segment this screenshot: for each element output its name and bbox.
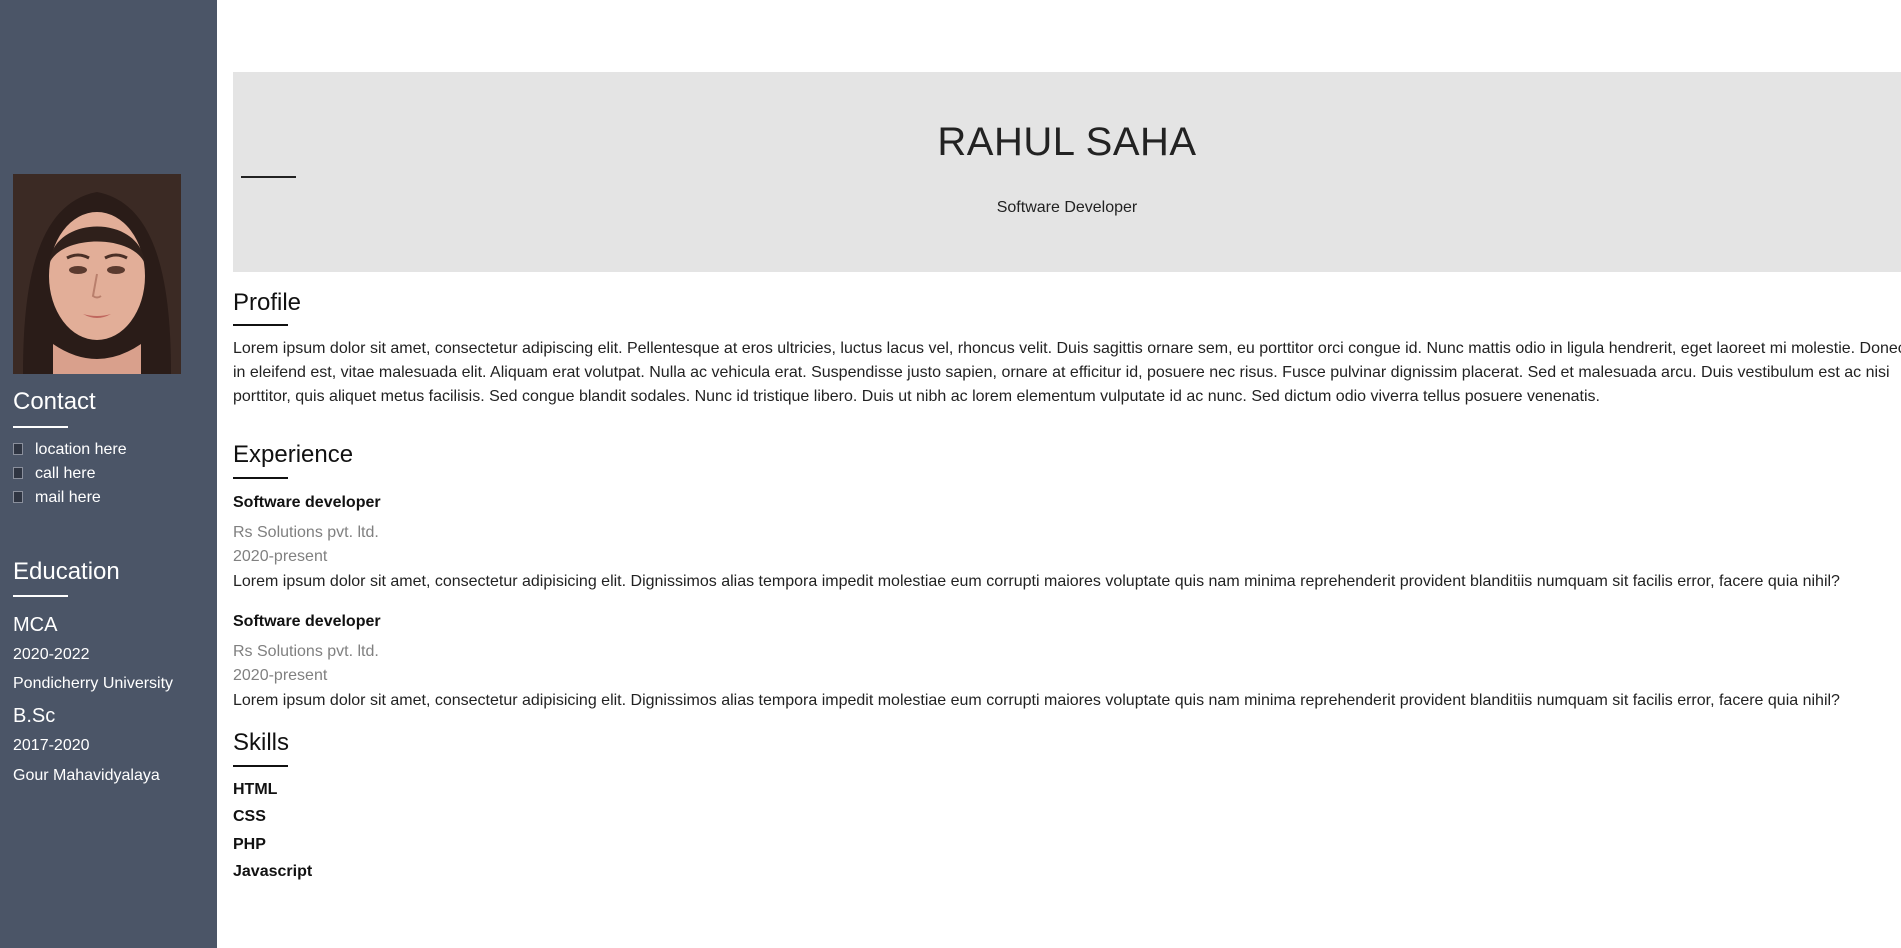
profile-text: Lorem ipsum dolor sit amet, consectetur … [233,337,1901,409]
profile-text-line: porttitor, quis aliquet metus facilisis.… [233,388,1600,405]
contact-heading-underline [13,426,68,428]
education-degree: MCA [13,614,58,636]
skill-item: CSS [233,808,266,825]
experience-heading: Experience [233,441,354,468]
skill-item: HTML [233,781,278,798]
profile-text-line: in eleifend est, vitae malesuada elit. A… [233,364,1890,381]
experience-heading-underline [233,477,288,479]
profile-heading: Profile [233,289,302,316]
avatar [13,174,181,374]
profile-text-line: Lorem ipsum dolor sit amet, consectetur … [233,340,1901,357]
contact-location-label: location here [35,441,127,458]
person-name: RAHUL SAHA [937,120,1197,164]
job-period: 2020-present [233,548,328,565]
contact-heading: Contact [13,388,96,415]
skills-heading: Skills [233,729,290,756]
skills-heading-underline [233,765,288,767]
mail-icon [13,491,23,503]
avatar-portrait-image [13,174,181,374]
job-title: Software developer [233,613,381,630]
location-icon [13,443,23,455]
education-degree: B.Sc [13,705,56,727]
job-description: Lorem ipsum dolor sit amet, consectetur … [233,573,1840,590]
person-role: Software Developer [996,199,1138,216]
job-company: Rs Solutions pvt. ltd. [233,524,379,541]
job-description: Lorem ipsum dolor sit amet, consectetur … [233,692,1840,709]
header-rule [241,176,296,178]
contact-mail: mail here [13,486,101,510]
skill-item: PHP [233,836,266,853]
job-title: Software developer [233,494,381,511]
job-period: 2020-present [233,667,328,684]
contact-mail-label: mail here [35,489,101,506]
skill-item: Javascript [233,863,313,880]
education-heading: Education [13,558,120,585]
education-heading-underline [13,595,68,597]
phone-icon [13,467,23,479]
education-years: 2020-2022 [13,646,90,663]
sidebar: Contact location here call here mail her… [0,0,217,948]
education-institution: Gour Mahavidyalaya [13,767,160,784]
job-company: Rs Solutions pvt. ltd. [233,643,379,660]
contact-phone-label: call here [35,465,96,482]
education-years: 2017-2020 [13,737,90,754]
contact-location: location here [13,438,127,462]
contact-phone: call here [13,462,95,486]
profile-heading-underline [233,324,288,326]
education-institution: Pondicherry University [13,675,174,692]
resume-header: RAHUL SAHA Software Developer [233,72,1901,272]
